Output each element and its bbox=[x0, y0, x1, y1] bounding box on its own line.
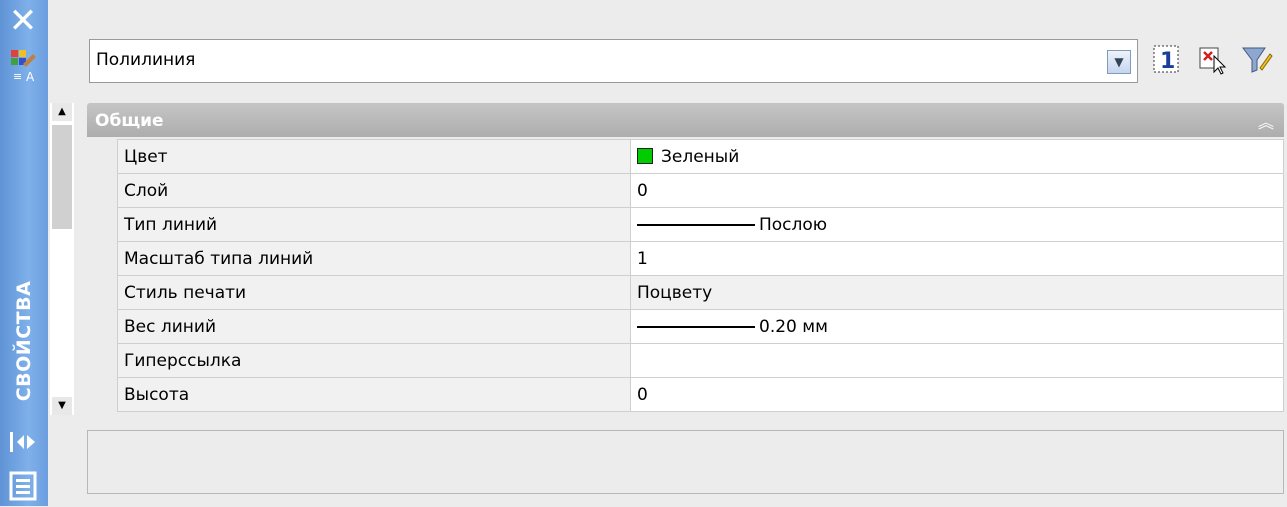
property-value-text: 0.20 мм bbox=[759, 316, 828, 337]
property-value[interactable]: Зеленый bbox=[630, 139, 1284, 174]
section-title: Общие bbox=[95, 111, 164, 131]
property-name: Масштаб типа линий bbox=[117, 241, 631, 276]
properties-settings-icon[interactable]: ≡ A bbox=[9, 48, 39, 84]
property-value[interactable]: 1 bbox=[630, 241, 1284, 276]
close-icon[interactable]: ✕ bbox=[6, 4, 40, 38]
select-objects-button[interactable] bbox=[1196, 40, 1230, 78]
category-gutter bbox=[87, 137, 117, 405]
property-name: Вес линий bbox=[117, 309, 631, 344]
svg-text:≡: ≡ bbox=[13, 70, 22, 83]
property-value[interactable]: Поцвету bbox=[630, 275, 1284, 310]
property-value[interactable]: 0 bbox=[630, 173, 1284, 208]
property-row[interactable]: Масштаб типа линий 1 bbox=[117, 241, 1284, 276]
property-value-text: Поцвету bbox=[637, 282, 713, 303]
object-type-select[interactable]: Полилиния ▼ bbox=[89, 39, 1138, 83]
chevron-down-icon[interactable]: ▼ bbox=[1107, 50, 1131, 74]
scroll-thumb[interactable] bbox=[52, 125, 72, 229]
property-value-text: 1 bbox=[637, 248, 648, 269]
double-chevron-up-icon[interactable]: ︽ bbox=[1258, 109, 1274, 133]
property-name: Гиперссылка bbox=[117, 343, 631, 378]
property-name: Высота bbox=[117, 377, 631, 412]
toggle-pickadd-button[interactable]: 1 bbox=[1150, 40, 1184, 78]
properties-table: Цвет Зеленый Слой 0 Тип линий Послою Масштаб т… bbox=[117, 139, 1284, 412]
palette-titlebar[interactable]: ✕ ≡ A СВОЙСТВА bbox=[0, 0, 48, 506]
property-name: Слой bbox=[117, 173, 631, 208]
section-header-general[interactable]: Общие ︽ bbox=[87, 103, 1284, 137]
quick-select-button[interactable] bbox=[1240, 40, 1274, 78]
svg-text:1: 1 bbox=[1160, 49, 1175, 74]
property-value[interactable]: 0 bbox=[630, 377, 1284, 412]
autohide-icon[interactable] bbox=[8, 428, 40, 456]
scroll-down-icon[interactable]: ▼ bbox=[52, 397, 72, 415]
quick-select-icon bbox=[1242, 47, 1273, 73]
property-value[interactable]: 0.20 мм bbox=[630, 309, 1284, 344]
property-row[interactable]: Гиперссылка bbox=[117, 343, 1284, 378]
property-value-text: 0 bbox=[637, 180, 648, 201]
property-value-text: Зеленый bbox=[661, 146, 740, 167]
palette-title: СВОЙСТВА bbox=[13, 280, 35, 402]
property-row[interactable]: Стиль печати Поцвету bbox=[117, 275, 1284, 310]
pickadd-icon: 1 bbox=[1153, 45, 1179, 74]
property-value-text: Послою bbox=[759, 214, 828, 235]
property-row[interactable]: Слой 0 bbox=[117, 173, 1284, 208]
object-type-value: Полилиния bbox=[96, 50, 196, 70]
property-row[interactable]: Высота 0 bbox=[117, 377, 1284, 412]
line-sample bbox=[637, 325, 755, 328]
property-name: Цвет bbox=[117, 139, 631, 174]
properties-menu-icon[interactable] bbox=[8, 470, 40, 502]
line-sample bbox=[637, 223, 755, 226]
property-row[interactable]: Тип линий Послою bbox=[117, 207, 1284, 242]
properties-grid: Общие ︽ Цвет Зеленый Слой 0 Тип линий Послою М… bbox=[87, 103, 1284, 412]
vertical-scrollbar[interactable]: ▲ ▼ bbox=[50, 103, 74, 415]
property-row[interactable]: Цвет Зеленый bbox=[117, 139, 1284, 174]
property-name: Тип линий bbox=[117, 207, 631, 242]
property-value-text: 0 bbox=[637, 384, 648, 405]
property-value[interactable]: Послою bbox=[630, 207, 1284, 242]
scroll-up-icon[interactable]: ▲ bbox=[52, 103, 72, 121]
select-objects-icon bbox=[1199, 47, 1227, 75]
svg-text:A: A bbox=[26, 70, 35, 84]
description-pane bbox=[87, 430, 1284, 494]
color-swatch bbox=[637, 147, 653, 164]
property-name: Стиль печати bbox=[117, 275, 631, 310]
property-value[interactable] bbox=[630, 343, 1284, 378]
property-row[interactable]: Вес линий 0.20 мм bbox=[117, 309, 1284, 344]
